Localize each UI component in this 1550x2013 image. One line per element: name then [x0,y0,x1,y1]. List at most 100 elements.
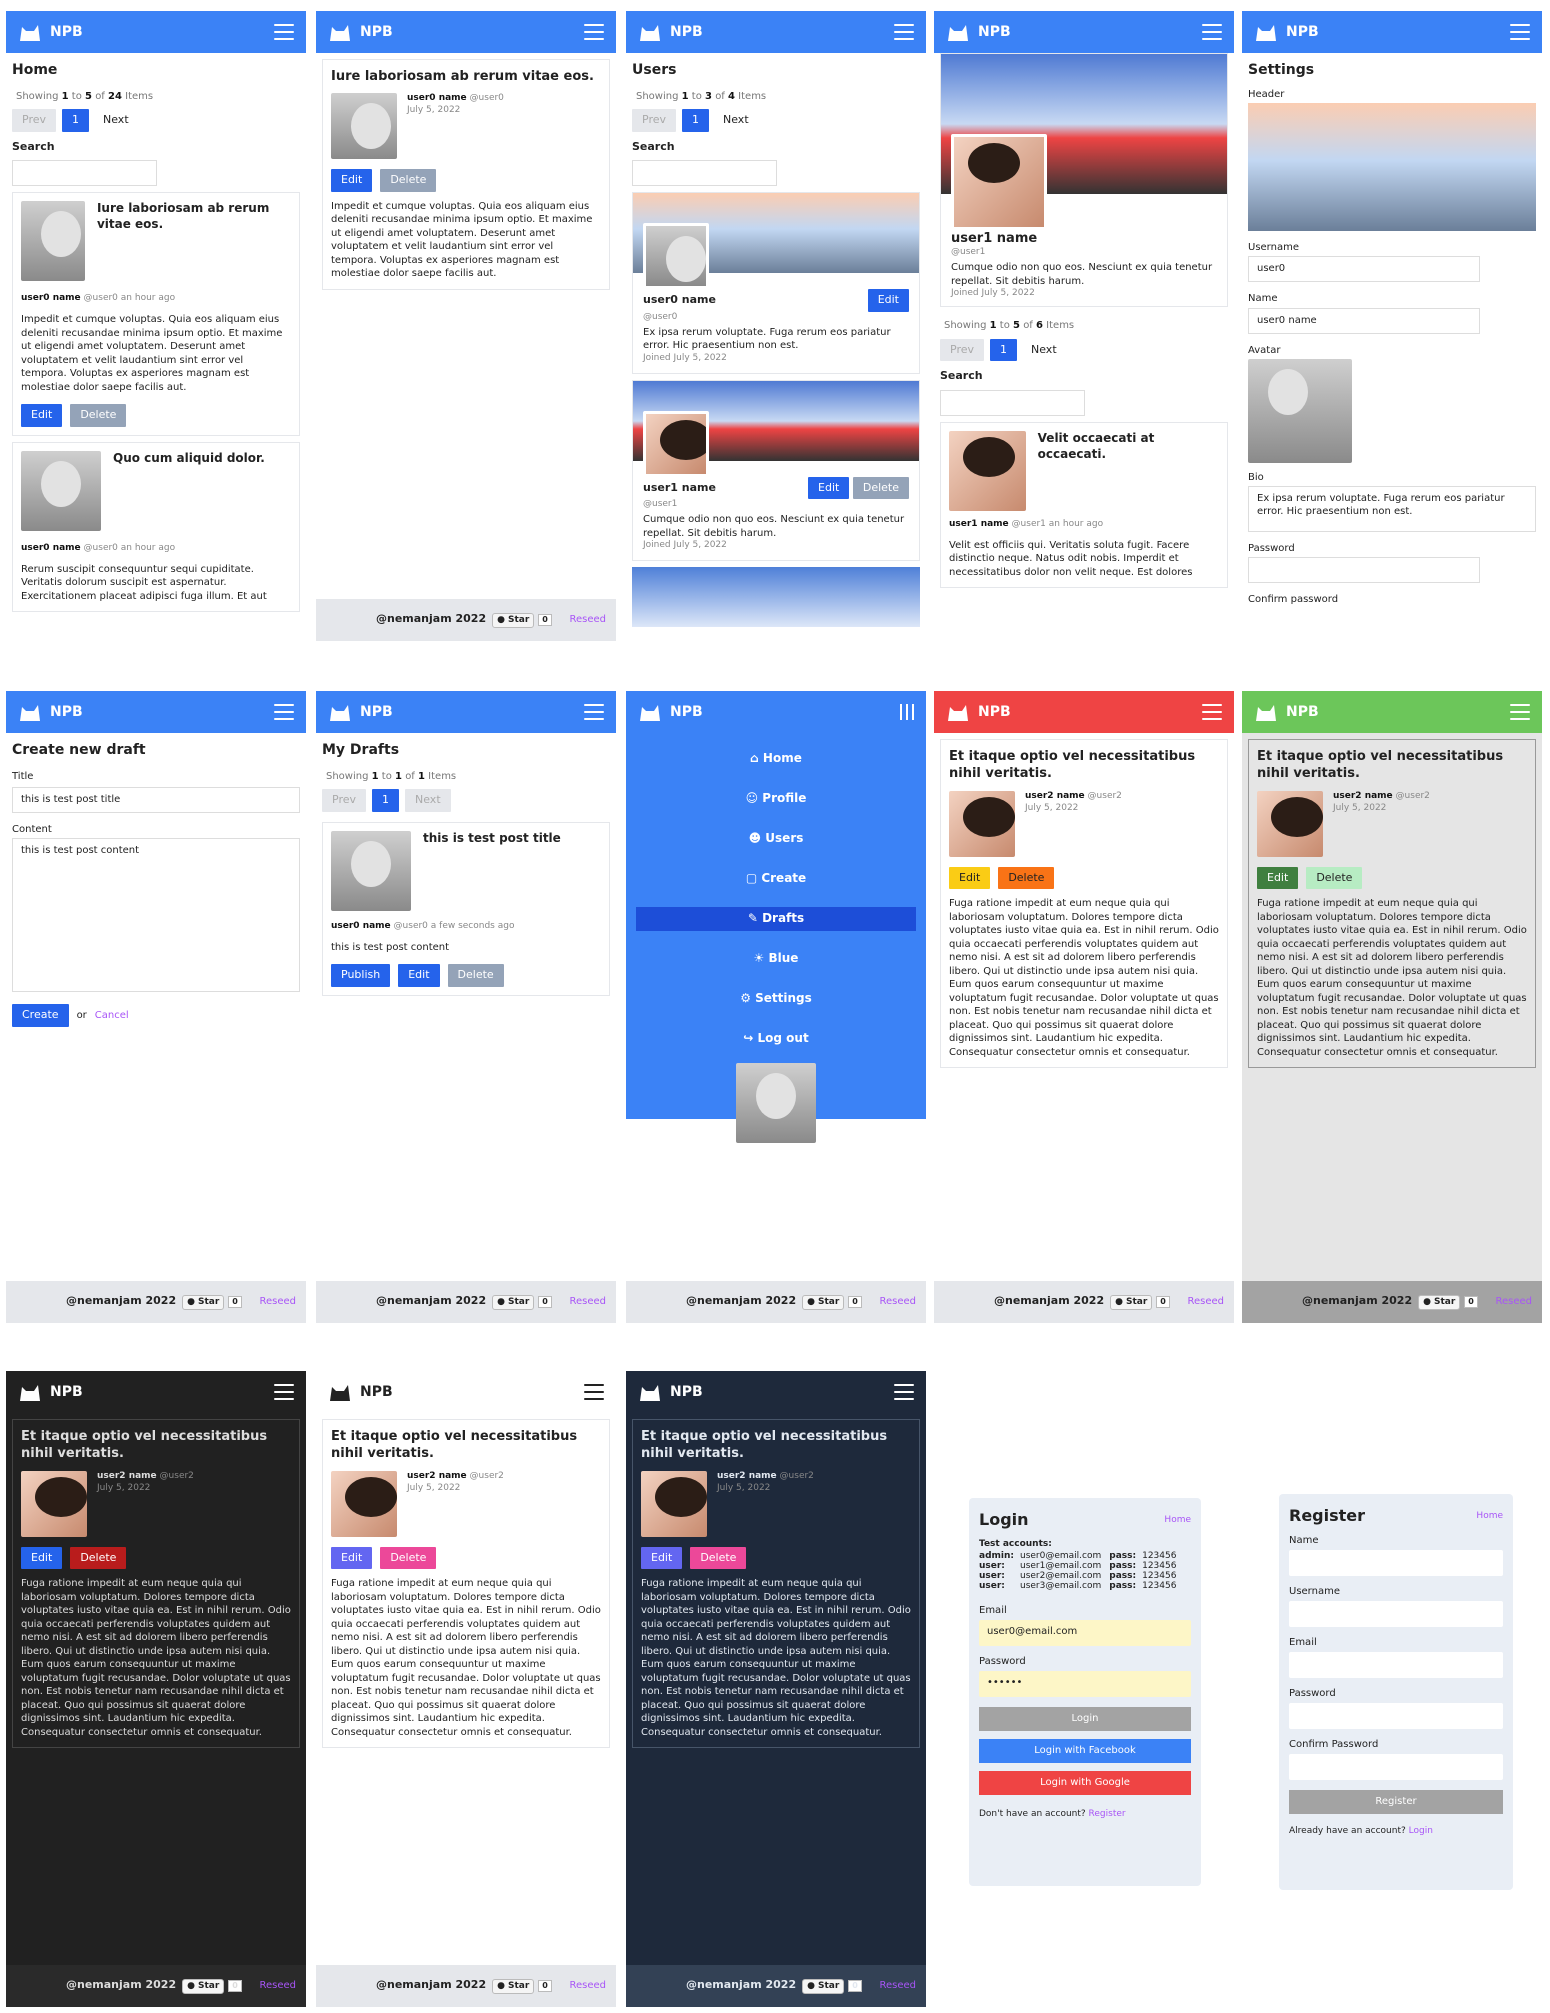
header-image-upload[interactable] [1248,102,1536,231]
reseed-link[interactable]: Reseed [569,613,606,626]
post-title[interactable]: this is test post title [423,831,561,911]
password-input[interactable] [1289,1703,1503,1729]
menu-item-drafts[interactable]: ✎ Drafts [636,906,916,931]
cancel-link[interactable]: Cancel [95,1009,129,1022]
logo[interactable]: NPB [638,1381,703,1403]
reseed-link[interactable]: Reseed [879,1295,916,1308]
avatar[interactable] [949,430,1026,511]
avatar[interactable] [643,223,709,290]
search-input[interactable] [12,160,157,187]
post-title[interactable]: Quo cum aliquid dolor. [113,451,265,531]
menu-item-profile[interactable]: ☺ Profile [636,787,916,811]
page-1-button[interactable]: 1 [62,108,89,132]
hamburger-menu-icon[interactable] [1202,24,1222,40]
menu-item-users[interactable]: ☻ Users [636,827,916,851]
logo[interactable]: NPB [328,21,393,43]
delete-button[interactable]: Delete [380,169,437,192]
menu-item-create[interactable]: ▢ Create [636,867,916,891]
email-input[interactable]: user0@email.com [979,1620,1191,1646]
avatar[interactable] [331,1470,397,1537]
delete-button[interactable]: Delete [998,866,1055,890]
logo[interactable]: NPB [18,701,83,723]
logo[interactable]: NPB [1254,701,1319,723]
hamburger-menu-icon[interactable] [584,704,604,720]
login-button[interactable]: Login [979,1707,1191,1731]
edit-button[interactable]: Edit [21,1546,63,1570]
next-button[interactable]: Next [405,788,451,812]
edit-button[interactable]: Edit [641,1546,683,1570]
edit-button[interactable]: Edit [949,866,991,890]
post-title[interactable]: Velit occaecati at occaecati. [1038,431,1219,511]
delete-button[interactable]: Delete [70,404,127,427]
avatar[interactable] [21,450,101,531]
github-star-button[interactable]: ● Star [492,1294,535,1311]
hamburger-menu-icon[interactable] [1510,704,1530,720]
reseed-link[interactable]: Reseed [569,1295,606,1308]
home-link[interactable]: Home [1164,1515,1191,1525]
edit-button[interactable]: Edit [808,476,850,500]
avatar[interactable] [1257,790,1323,857]
menu-item-logout[interactable]: ↪ Log out [636,1027,916,1051]
name-input[interactable] [1289,1550,1503,1576]
edit-button[interactable]: Edit [331,169,373,192]
search-input[interactable] [632,160,777,187]
hamburger-menu-icon[interactable] [1510,24,1530,40]
content-textarea[interactable]: this is test post content [12,838,300,993]
logo[interactable]: NPB [1254,21,1319,43]
avatar[interactable] [643,410,709,477]
hamburger-menu-icon[interactable] [274,1384,294,1400]
next-button[interactable]: Next [715,113,757,128]
prev-button[interactable]: Prev [632,108,676,132]
avatar[interactable] [951,134,1047,230]
logo[interactable]: NPB [638,701,703,723]
close-menu-icon[interactable] [900,704,914,720]
username-input[interactable] [1289,1601,1503,1627]
register-link[interactable]: Register [1089,1809,1126,1819]
delete-button[interactable]: Delete [852,476,909,500]
avatar[interactable] [641,1470,707,1537]
hamburger-menu-icon[interactable] [1202,704,1222,720]
prev-button[interactable]: Prev [940,338,984,362]
password-input[interactable] [1248,557,1480,584]
home-link[interactable]: Home [1476,1511,1503,1521]
logo[interactable]: NPB [328,1381,393,1403]
name-input[interactable]: user0 name [1248,307,1480,334]
hamburger-menu-icon[interactable] [274,24,294,40]
email-input[interactable] [1289,1652,1503,1678]
reseed-link[interactable]: Reseed [259,1979,296,1992]
delete-button[interactable]: Delete [380,1546,437,1570]
delete-button[interactable]: Delete [447,964,504,987]
avatar[interactable] [331,93,397,160]
logo[interactable]: NPB [18,1381,83,1403]
user-name[interactable]: user0 name [643,293,716,308]
edit-button[interactable]: Edit [1257,866,1299,890]
next-button[interactable]: Next [95,113,137,128]
github-star-button[interactable]: ● Star [492,612,535,629]
edit-button[interactable]: Edit [398,964,440,987]
github-star-button[interactable]: ● Star [802,1978,845,1995]
logo[interactable]: NPB [638,21,703,43]
logo[interactable]: NPB [328,701,393,723]
login-link[interactable]: Login [1409,1826,1433,1836]
hamburger-menu-icon[interactable] [894,24,914,40]
user-name[interactable]: user1 name [643,481,716,496]
github-star-button[interactable]: ● Star [182,1294,225,1311]
delete-button[interactable]: Delete [70,1546,127,1570]
avatar[interactable] [736,1062,816,1143]
next-button[interactable]: Next [1023,343,1065,358]
page-1-button[interactable]: 1 [372,788,399,812]
title-input[interactable]: this is test post title [12,786,300,813]
menu-item-home[interactable]: ⌂ Home [636,747,916,771]
menu-item-theme[interactable]: ☀ Blue [636,947,916,971]
github-star-button[interactable]: ● Star [1418,1294,1461,1311]
username-input[interactable]: user0 [1248,256,1480,283]
password-input[interactable]: •••••• [979,1671,1191,1697]
avatar[interactable] [331,830,411,911]
edit-button[interactable]: Edit [867,289,909,312]
reseed-link[interactable]: Reseed [879,1979,916,1992]
search-input[interactable] [940,389,1085,416]
page-1-button[interactable]: 1 [990,338,1017,362]
edit-button[interactable]: Edit [21,404,63,427]
delete-button[interactable]: Delete [690,1546,747,1570]
post-title[interactable]: Iure laboriosam ab rerum vitae eos. [97,201,291,281]
